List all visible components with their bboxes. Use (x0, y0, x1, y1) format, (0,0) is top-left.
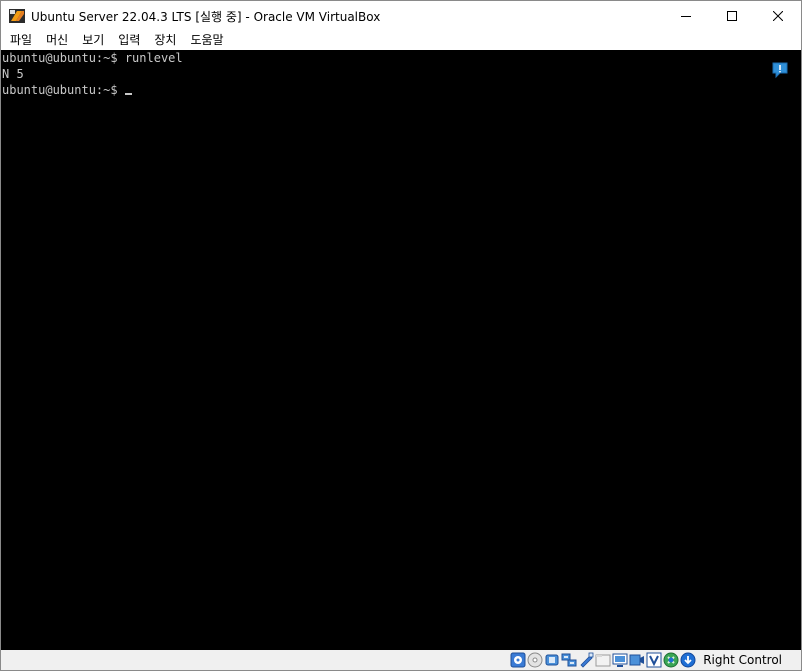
virtualbox-app-icon (9, 9, 25, 23)
menu-help[interactable]: 도움말 (183, 31, 230, 50)
vm-console-display[interactable]: ubuntu@ubuntu:~$ runlevel N 5 ubuntu@ubu… (1, 50, 801, 650)
usb-icon[interactable] (578, 652, 594, 668)
menu-view[interactable]: 보기 (75, 31, 111, 50)
keyboard-capture-icon[interactable] (680, 652, 696, 668)
text-cursor (124, 93, 132, 95)
menu-input[interactable]: 입력 (111, 31, 147, 50)
console-line-prompt: ubuntu@ubuntu:~$ (1, 82, 801, 98)
recording-icon[interactable] (629, 652, 645, 668)
menu-bar: 파일 머신 보기 입력 장치 도움말 (1, 31, 801, 50)
audio-icon[interactable] (544, 652, 560, 668)
minimize-button[interactable] (663, 1, 709, 31)
maximize-button[interactable] (709, 1, 755, 31)
status-bar: Right Control (1, 650, 801, 670)
window-title: Ubuntu Server 22.04.3 LTS [실행 중] - Oracl… (31, 9, 381, 24)
mouse-integration-icon[interactable] (663, 652, 679, 668)
display-icon[interactable] (612, 652, 628, 668)
console-line-output: N 5 (2, 67, 24, 81)
cpu-virtualization-icon[interactable] (646, 652, 662, 668)
window-controls (663, 1, 801, 31)
title-bar[interactable]: Ubuntu Server 22.04.3 LTS [실행 중] - Oracl… (1, 1, 801, 31)
close-button[interactable] (755, 1, 801, 31)
notification-icon[interactable] (771, 61, 789, 79)
console-line-command: ubuntu@ubuntu:~$ runlevel (2, 51, 183, 65)
optical-drive-icon[interactable] (527, 652, 543, 668)
close-icon (773, 11, 783, 21)
host-key-label: Right Control (703, 653, 782, 667)
virtualbox-window: Ubuntu Server 22.04.3 LTS [실행 중] - Oracl… (0, 0, 802, 671)
minimize-icon (681, 16, 691, 17)
menu-file[interactable]: 파일 (1, 31, 39, 50)
menu-machine[interactable]: 머신 (39, 31, 75, 50)
network-icon[interactable] (561, 652, 577, 668)
maximize-icon (727, 11, 737, 21)
shared-folders-icon[interactable] (595, 652, 611, 668)
console-prompt-text: ubuntu@ubuntu:~$ (2, 83, 118, 97)
menu-devices[interactable]: 장치 (147, 31, 183, 50)
hard-disk-icon[interactable] (510, 652, 526, 668)
status-icons (509, 652, 696, 668)
